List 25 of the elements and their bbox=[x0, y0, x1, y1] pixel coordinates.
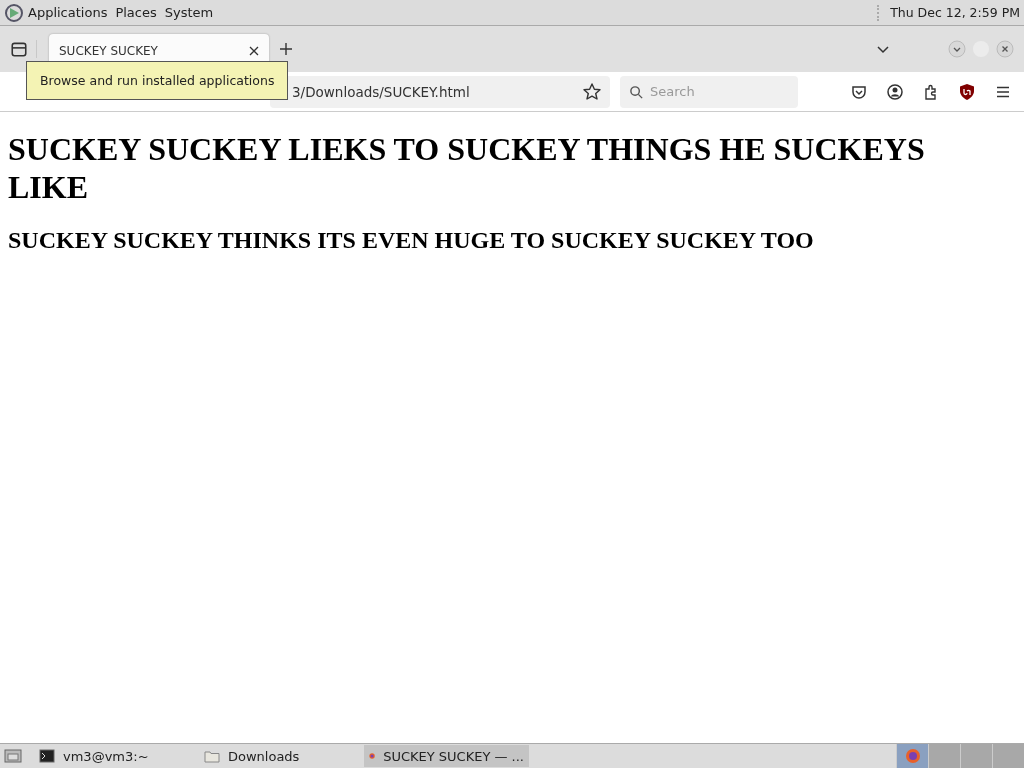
tooltip: Browse and run installed applications bbox=[26, 61, 289, 100]
clock[interactable]: Thu Dec 12, 2:59 PM bbox=[890, 5, 1020, 20]
close-tab-icon[interactable] bbox=[249, 46, 259, 56]
page-heading: SUCKEY SUCKEY LIEKS TO SUCKEY THINGS HE SUCKEYS LIKE bbox=[8, 130, 926, 206]
workspace-thumbnail[interactable] bbox=[992, 744, 1024, 768]
workspace-thumbnail[interactable] bbox=[896, 744, 928, 768]
panel-menu[interactable]: Applications bbox=[28, 5, 108, 20]
panel-menu[interactable]: System bbox=[164, 5, 214, 20]
page-subheading: SUCKEY SUCKEY THINKS ITS EVEN HUGE TO SUCKEY SUCKEY TOO bbox=[8, 227, 815, 254]
workspace-thumbnail[interactable] bbox=[928, 744, 960, 768]
star-icon[interactable] bbox=[582, 81, 602, 102]
browser-icon bbox=[904, 748, 921, 764]
menu-logo-icon[interactable] bbox=[4, 2, 24, 23]
account-icon[interactable] bbox=[886, 82, 904, 101]
search-field[interactable]: Search bbox=[620, 75, 798, 108]
panel-menu[interactable]: Places bbox=[115, 5, 157, 20]
taskbar-button[interactable]: Downloads bbox=[199, 745, 364, 767]
shield-icon[interactable] bbox=[958, 82, 976, 101]
taskbar-button[interactable]: SUCKEY SUCKEY — ... bbox=[364, 745, 529, 767]
terminal-icon bbox=[39, 748, 55, 764]
close-icon[interactable] bbox=[996, 40, 1014, 58]
tab-list-icon[interactable] bbox=[10, 40, 37, 58]
folder-icon bbox=[204, 748, 220, 764]
taskbar-button[interactable]: vm3@vm3:~ bbox=[34, 745, 199, 767]
workspace-thumbnail[interactable] bbox=[960, 744, 992, 768]
